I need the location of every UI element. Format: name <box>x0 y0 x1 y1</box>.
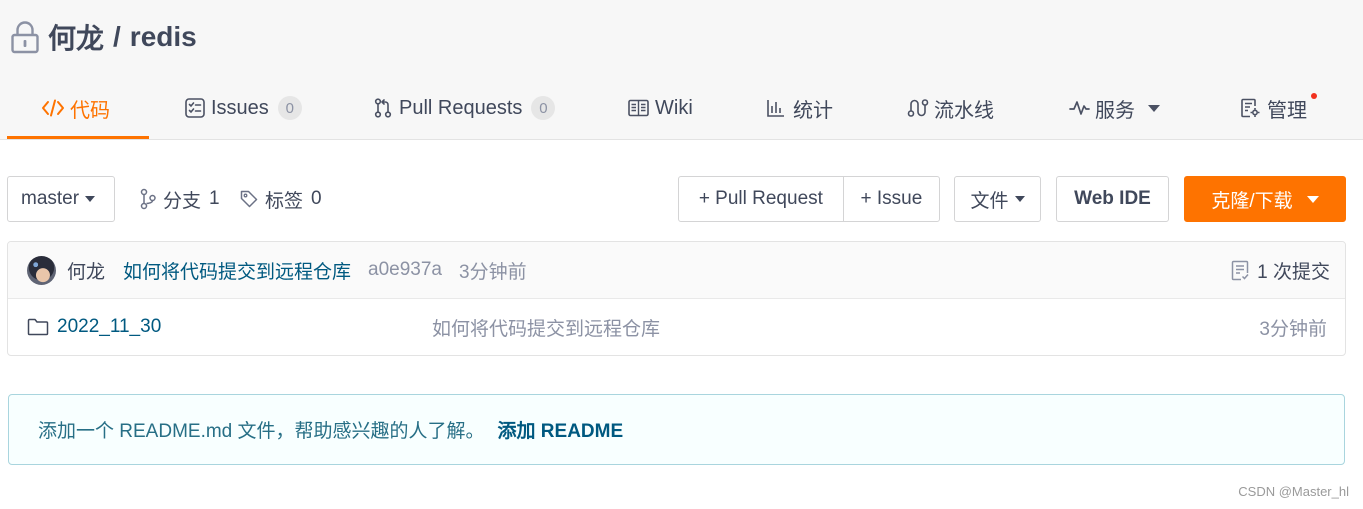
pull-request-icon <box>374 98 392 118</box>
commit-sha-link[interactable]: a0e937a <box>368 259 442 281</box>
project-header: 何龙 / redis 代码 Issues 0 Pull Requests 0 W… <box>0 0 1363 140</box>
tab-manage-label: 管理 <box>1267 99 1307 122</box>
tab-services-label: 服务 <box>1095 99 1135 122</box>
pull-requests-count-badge: 0 <box>531 96 556 120</box>
file-commit-time: 3分钟前 <box>1259 318 1327 340</box>
tab-statistics-label: 统计 <box>793 99 833 122</box>
tab-issues[interactable]: Issues 0 <box>185 90 302 126</box>
new-issue-button[interactable]: + Issue <box>842 177 939 221</box>
file-menu-button[interactable]: 文件 <box>954 176 1041 222</box>
file-commit-message-link[interactable]: 如何将代码提交到远程仓库 <box>432 299 660 355</box>
clone-download-label: 克隆/下载 <box>1211 190 1293 212</box>
issues-count-badge: 0 <box>277 96 302 120</box>
tab-pipeline-label: 流水线 <box>934 99 994 122</box>
branches-count: 1 <box>209 188 220 209</box>
commit-count-link[interactable]: 1 次提交 <box>1231 242 1330 298</box>
tags-link[interactable]: 标签 0 <box>240 176 322 222</box>
tab-code[interactable]: 代码 <box>41 90 110 126</box>
notification-dot <box>1311 93 1317 99</box>
file-name-link[interactable]: 2022_11_30 <box>57 316 161 338</box>
tab-statistics[interactable]: 统计 <box>767 90 833 126</box>
pulse-icon <box>1069 100 1090 116</box>
repo-title: 何龙 / redis <box>9 19 197 55</box>
repo-path-separator: / <box>113 21 121 52</box>
repo-name-link[interactable]: redis <box>130 21 197 53</box>
tab-pull-requests[interactable]: Pull Requests 0 <box>374 90 556 126</box>
readme-notice-text: 添加一个 README.md 文件，帮助感兴趣的人了解。 <box>38 421 485 442</box>
commit-message-link[interactable]: 如何将代码提交到远程仓库 <box>123 257 351 284</box>
book-icon <box>628 99 649 117</box>
commits-icon <box>1231 260 1249 281</box>
tab-services[interactable]: 服务 <box>1069 90 1160 126</box>
commit-count-label: 1 次提交 <box>1257 261 1330 283</box>
caret-down-icon <box>85 196 96 202</box>
create-button-group: + Pull Request + Issue <box>678 176 940 222</box>
branch-select[interactable]: master <box>7 176 115 222</box>
issues-icon <box>185 98 205 118</box>
code-icon <box>41 98 65 118</box>
new-pull-request-button[interactable]: + Pull Request <box>679 177 843 221</box>
web-ide-button[interactable]: Web IDE <box>1056 176 1169 222</box>
tab-wiki[interactable]: Wiki <box>628 90 693 126</box>
clone-download-button[interactable]: 克隆/下载 <box>1184 176 1346 222</box>
tab-code-label: 代码 <box>70 99 110 122</box>
commit-time: 3分钟前 <box>459 261 527 283</box>
tab-manage[interactable]: 管理 <box>1241 90 1317 126</box>
tab-pipeline[interactable]: 流水线 <box>907 90 994 126</box>
tags-label: 标签 <box>265 190 304 212</box>
readme-notice: 添加一个 README.md 文件，帮助感兴趣的人了解。 添加 README <box>8 394 1345 465</box>
tag-icon <box>240 190 258 208</box>
caret-down-icon <box>1014 196 1025 202</box>
tags-count: 0 <box>311 188 322 209</box>
caret-down-icon <box>1306 195 1319 203</box>
repo-owner-link[interactable]: 何龙 <box>48 17 104 57</box>
latest-commit-bar: 何龙 如何将代码提交到远程仓库 a0e937a 3分钟前 1 次提交 <box>8 242 1345 299</box>
tab-pull-requests-label: Pull Requests <box>399 96 523 119</box>
commit-author-link[interactable]: 何龙 <box>67 257 105 284</box>
lock-icon <box>9 20 41 54</box>
active-tab-indicator <box>7 136 149 139</box>
tab-issues-label: Issues <box>211 96 269 119</box>
tab-wiki-label: Wiki <box>655 96 693 119</box>
branches-link[interactable]: 分支 1 <box>140 176 220 222</box>
watermark: CSDN @Master_hl <box>1238 484 1349 499</box>
branch-select-value: master <box>21 188 80 209</box>
pipeline-icon <box>907 98 929 118</box>
file-browser: 何龙 如何将代码提交到远程仓库 a0e937a 3分钟前 1 次提交 2022_… <box>7 241 1346 356</box>
branch-icon <box>140 188 156 210</box>
settings-doc-icon <box>1241 98 1260 118</box>
bar-chart-icon <box>767 99 785 117</box>
folder-icon <box>27 318 49 336</box>
branches-label: 分支 <box>163 190 202 212</box>
caret-down-icon <box>1148 104 1160 112</box>
table-row: 2022_11_30 如何将代码提交到远程仓库 3分钟前 <box>8 299 1345 355</box>
add-readme-link[interactable]: 添加 README <box>498 416 624 443</box>
avatar[interactable] <box>27 255 56 285</box>
file-menu-label: 文件 <box>970 190 1009 212</box>
